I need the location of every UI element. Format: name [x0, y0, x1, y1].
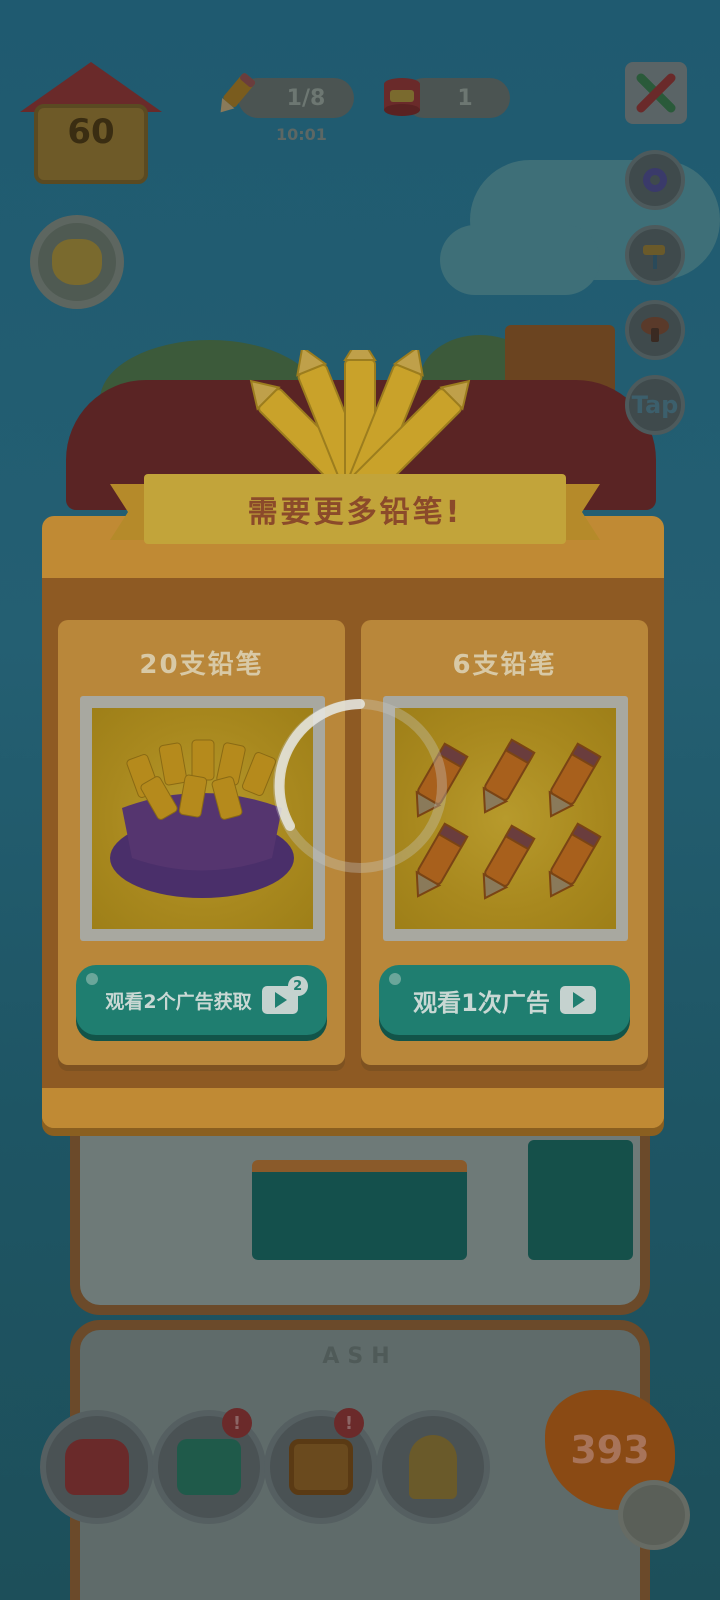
offer-title: 20支铅笔 [139, 650, 264, 680]
offer-title: 6支铅笔 [452, 650, 557, 680]
lamp-icon [409, 1435, 457, 1499]
paint-can-icon [376, 70, 428, 122]
room-name: ASH [322, 1344, 398, 1369]
alert-badge: ! [222, 1408, 252, 1438]
video-play-icon: 2 [261, 976, 308, 1014]
cat-avatar-button[interactable] [618, 1480, 690, 1550]
watch-ads-label: 观看2个广告获取 [105, 990, 252, 1013]
alert-badge: ! [334, 1408, 364, 1438]
pencil-timer: 10:01 [276, 125, 327, 144]
dialog-footer [42, 1088, 664, 1128]
settings-button[interactable] [625, 150, 685, 210]
furniture-button[interactable] [40, 1410, 154, 1524]
mushroom-button[interactable] [625, 300, 685, 360]
watch-two-ads-button[interactable]: 观看2个广告获取 2 [76, 965, 327, 1035]
book-button[interactable]: ! [152, 1408, 266, 1524]
paint-can-count: 1 [457, 85, 473, 111]
button-highlight [86, 973, 98, 985]
lamp-button[interactable] [376, 1410, 490, 1524]
house-level-badge[interactable]: 60 [20, 62, 162, 184]
pencil-count: 1/8 [286, 85, 326, 111]
tap-button[interactable]: Tap [625, 375, 685, 435]
ribbon-banner: 需要更多铅笔! [144, 474, 566, 544]
video-play-icon [559, 986, 596, 1014]
cloud [440, 225, 600, 295]
close-button[interactable] [625, 62, 687, 124]
pencil-fan-decoration [249, 350, 471, 490]
dialog-title: 需要更多铅笔! [247, 495, 463, 530]
gear-icon [643, 168, 667, 192]
ad-count-badge: 2 [287, 976, 308, 996]
picture-frame-icon [289, 1439, 353, 1495]
watch-ad-label: 观看1次广告 [413, 988, 550, 1017]
loading-spinner-icon [273, 699, 447, 873]
armchair-icon [65, 1439, 129, 1495]
cat-coin-button[interactable] [30, 215, 124, 309]
close-icon [636, 73, 676, 113]
pencil-icon [210, 68, 262, 120]
cabinet [528, 1140, 633, 1260]
desk [252, 1160, 467, 1260]
button-highlight [389, 973, 401, 985]
house-level: 60 [67, 112, 115, 152]
cat-face-icon [52, 239, 102, 285]
decorate-button[interactable] [625, 225, 685, 285]
watch-one-ad-button[interactable]: 观看1次广告 [379, 965, 630, 1035]
book-icon [177, 1439, 241, 1495]
dialog-title-ribbon: 需要更多铅笔! [110, 474, 600, 558]
paint-roller-icon [643, 245, 665, 269]
gallery-button[interactable]: ! [264, 1408, 378, 1524]
mushroom-icon [641, 317, 669, 342]
